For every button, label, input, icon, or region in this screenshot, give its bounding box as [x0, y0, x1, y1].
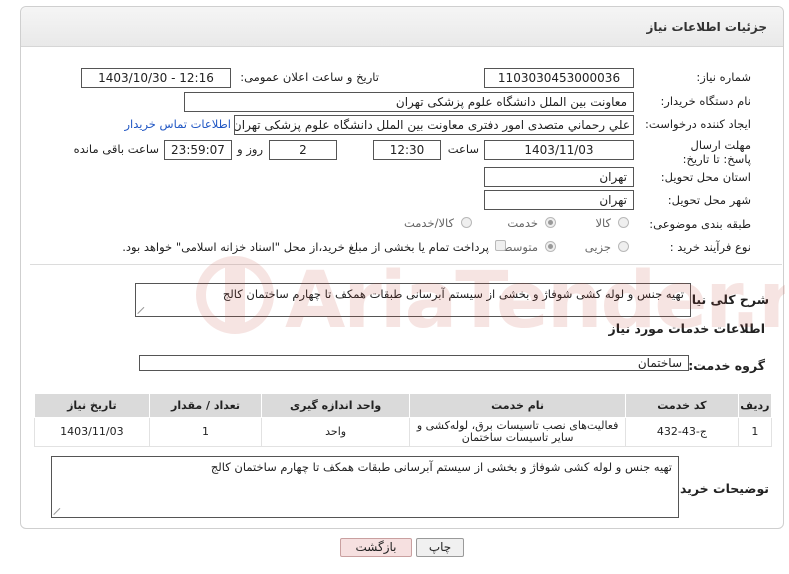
col-code: کد خدمت — [625, 393, 739, 418]
announce-label: تاریخ و ساعت اعلان عمومی: — [240, 70, 379, 84]
cell-qty: 1 — [148, 417, 263, 447]
category-option-goods: کالا — [595, 216, 611, 230]
col-unit: واحد اندازه گیری — [261, 393, 411, 418]
summary-textarea[interactable]: تهیه جنس و لوله کشی شوفاژ و بخشی از سیست… — [135, 283, 691, 317]
buyer-org-label: نام دستگاه خریدار: — [660, 94, 751, 108]
service-group-label: گروه خدمت: — [688, 358, 765, 373]
table-header-row: ردیف کد خدمت نام خدمت واحد اندازه گیری ت… — [34, 393, 773, 418]
province-field[interactable]: تهران — [484, 167, 634, 187]
category-label: طبقه بندی موضوعی: — [649, 217, 751, 231]
process-option-medium: متوسط — [501, 240, 538, 254]
summary-text: تهیه جنس و لوله کشی شوفاژ و بخشی از سیست… — [222, 287, 684, 301]
city-label: شهر محل تحویل: — [667, 193, 751, 207]
summary-label: شرح کلی نیاز: — [679, 292, 769, 307]
contact-info-link[interactable]: اطلاعات تماس خریدار — [124, 117, 231, 131]
buyer-notes-text: تهیه جنس و لوله کشی شوفاژ و بخشی از سیست… — [210, 460, 672, 474]
process-option-minor: جزیی — [584, 240, 611, 254]
category-radio-service[interactable] — [545, 217, 556, 228]
services-section-title: اطلاعات خدمات مورد نیاز — [608, 321, 766, 336]
buyer-org-field[interactable]: معاونت بین الملل دانشگاه علوم پزشکی تهرا… — [184, 92, 634, 112]
cell-index: 1 — [737, 417, 773, 447]
creator-field[interactable]: علي رحماني متصدی امور دفتری معاونت بین ا… — [234, 115, 634, 135]
table-row[interactable]: 1 ج-43-432 فعالیت‌های نصب تاسیسات برق، ل… — [34, 417, 773, 447]
buyer-notes-label: توضیحات خریدار: — [663, 481, 769, 496]
days-label: روز و — [237, 142, 263, 156]
resize-grip-icon[interactable] — [54, 507, 62, 515]
process-label: نوع فرآیند خرید : — [669, 240, 751, 254]
need-number-field[interactable]: 1103030453000036 — [484, 68, 634, 88]
buyer-notes-textarea[interactable]: تهیه جنس و لوله کشی شوفاژ و بخشی از سیست… — [51, 456, 679, 518]
process-radio-minor[interactable] — [618, 241, 629, 252]
process-radio-medium[interactable] — [545, 241, 556, 252]
deadline-time-label: ساعت — [447, 142, 479, 156]
treasury-checkbox[interactable] — [495, 240, 506, 251]
city-field[interactable]: تهران — [484, 190, 634, 210]
services-table: ردیف کد خدمت نام خدمت واحد اندازه گیری ت… — [34, 393, 773, 447]
category-option-service: خدمت — [507, 216, 538, 230]
service-group-field[interactable]: ساختمان — [139, 355, 689, 371]
category-radio-goods[interactable] — [618, 217, 629, 228]
col-index: ردیف — [737, 393, 773, 418]
cell-code: ج-43-432 — [625, 417, 739, 447]
divider — [30, 264, 782, 265]
announce-field[interactable]: 1403/10/30 - 12:16 — [81, 68, 231, 88]
deadline-time-field[interactable]: 12:30 — [373, 140, 441, 160]
panel-title: جزئیات اطلاعات نیاز — [646, 20, 767, 34]
back-button[interactable]: بازگشت — [340, 538, 412, 557]
remaining-time-field[interactable]: 23:59:07 — [164, 140, 232, 160]
cell-name: فعالیت‌های نصب تاسیسات برق، لوله‌کشی و س… — [409, 417, 627, 447]
print-button[interactable]: چاپ — [416, 538, 464, 557]
category-radio-goods-service[interactable] — [461, 217, 472, 228]
cell-date: 1403/11/03 — [34, 417, 150, 447]
remaining-label: ساعت باقی مانده — [73, 142, 159, 156]
days-count-field[interactable]: 2 — [269, 140, 337, 160]
resize-grip-icon[interactable] — [138, 306, 146, 314]
payment-note: پرداخت تمام یا بخشی از مبلغ خرید،از محل … — [122, 240, 489, 254]
col-qty: تعداد / مقدار — [148, 393, 263, 418]
deadline-date-field[interactable]: 1403/11/03 — [484, 140, 634, 160]
panel-header: جزئیات اطلاعات نیاز — [21, 7, 783, 47]
category-option-goods-service: کالا/خدمت — [403, 216, 454, 230]
creator-label: ایجاد کننده درخواست: — [645, 117, 751, 131]
province-label: استان محل تحویل: — [660, 170, 751, 184]
col-name: نام خدمت — [409, 393, 627, 418]
deadline-label: مهلت ارسال پاسخ: تا تاریخ: — [682, 138, 751, 166]
need-number-label: شماره نیاز: — [696, 70, 751, 84]
cell-unit: واحد — [261, 417, 411, 447]
col-date: تاریخ نیاز — [34, 393, 150, 418]
